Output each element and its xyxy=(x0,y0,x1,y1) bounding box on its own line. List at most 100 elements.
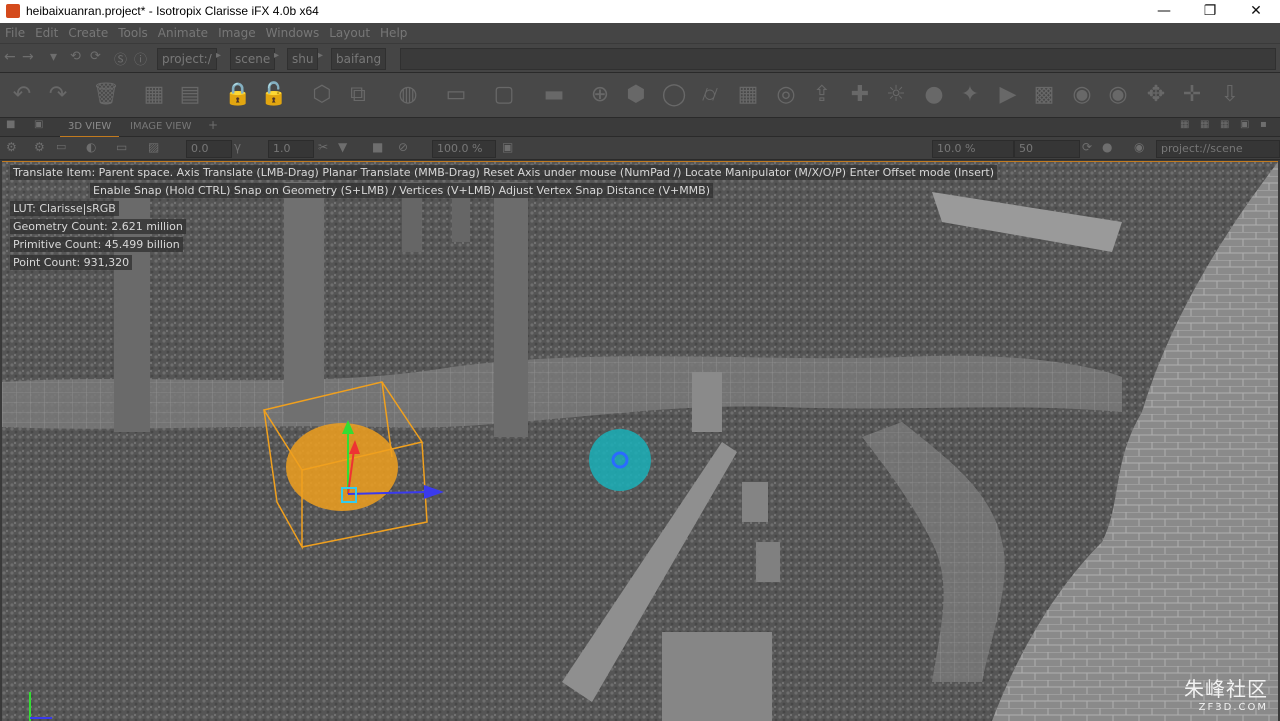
box-primitive-icon[interactable]: ⬢ xyxy=(622,81,650,109)
unlock-icon[interactable]: 🔓 xyxy=(260,81,288,109)
main-toolbar: ↶ ↷ 🗑 ▦ ▤ 🔒 🔓 ⬡ ⧉ ◍ ▭ ▢ ▬ ⊕ ⬢ ◯ ⌭ ▦ ◎ ⇪ … xyxy=(0,73,1280,118)
tools-icon[interactable]: ✂ xyxy=(318,140,328,154)
tab-image-view[interactable]: IMAGE VIEW xyxy=(122,118,199,136)
eye-icon[interactable]: ◉ xyxy=(1134,140,1144,154)
texture-icon[interactable]: ▩ xyxy=(1030,81,1058,109)
pillar xyxy=(494,182,528,437)
move-icon[interactable]: ✥ xyxy=(1142,81,1170,109)
menu-help[interactable]: Help xyxy=(375,23,412,43)
render-icon[interactable]: ● xyxy=(1102,140,1112,154)
redo-icon[interactable]: ↷ xyxy=(44,81,72,109)
ambient-light-icon[interactable]: ● xyxy=(920,81,948,109)
lock-icon[interactable]: 🔒 xyxy=(224,81,252,109)
context-field[interactable]: project://scene xyxy=(1156,140,1280,158)
layout-icon[interactable]: ▦ xyxy=(1220,119,1229,130)
menu-image[interactable]: Image xyxy=(213,23,261,43)
stone-stump xyxy=(742,482,768,522)
maximize-view-icon[interactable]: ▣ xyxy=(1240,119,1249,130)
cube-icon[interactable]: ⬡ xyxy=(308,81,336,109)
3d-viewport[interactable]: Translate Item: Parent space. Axis Trans… xyxy=(2,161,1278,721)
menu-tools[interactable]: Tools xyxy=(113,23,153,43)
tab-3d-view[interactable]: 3D VIEW xyxy=(60,118,120,138)
combiner-icon[interactable]: ⧉ xyxy=(344,81,372,109)
breadcrumb-shu[interactable]: shu xyxy=(287,48,319,70)
layout-icon[interactable]: ▦ xyxy=(1200,119,1209,130)
percentage-field[interactable]: 10.0 % xyxy=(932,140,1014,158)
point-light-icon[interactable]: ✚ xyxy=(846,81,874,109)
message-icon[interactable]: ▢ xyxy=(490,81,518,109)
material-ball-icon[interactable]: ◉ xyxy=(1068,81,1096,109)
menu-layout[interactable]: Layout xyxy=(324,23,375,43)
shading-icon[interactable]: ◐ xyxy=(86,140,96,154)
layers-icon[interactable]: ▬ xyxy=(540,81,568,109)
pin-icon[interactable]: ▣ xyxy=(34,119,43,130)
geosphere-icon[interactable]: ◎ xyxy=(772,81,800,109)
help-line-1: Translate Item: Parent space. Axis Trans… xyxy=(10,165,997,180)
snap-icon[interactable]: ⇩ xyxy=(1216,81,1244,109)
image-icon[interactable]: ▨ xyxy=(148,140,159,154)
manipulator-locator-icon[interactable] xyxy=(589,429,651,491)
close-button[interactable]: ✕ xyxy=(1233,0,1279,23)
forward-arrow-icon[interactable]: → xyxy=(22,49,34,65)
breadcrumb-project[interactable]: project:/ xyxy=(157,48,217,70)
help-line-2: Enable Snap (Hold CTRL) Snap on Geometry… xyxy=(90,183,714,198)
add-tab-icon[interactable]: + xyxy=(208,118,218,132)
back-arrow-icon[interactable]: ← xyxy=(4,49,16,65)
grid-primitive-icon[interactable]: ▦ xyxy=(734,81,762,109)
menu-animate[interactable]: Animate xyxy=(153,23,213,43)
sun-light-icon[interactable]: ☼ xyxy=(882,81,910,109)
geometry-count: Geometry Count: 2.621 million xyxy=(10,219,186,234)
progressive-icon[interactable]: ⟳ xyxy=(1082,140,1092,154)
sphere-primitive-icon[interactable]: ◯ xyxy=(660,81,688,109)
layout-icon[interactable]: ▦ xyxy=(1180,119,1189,130)
filter-icon[interactable]: ▼ xyxy=(338,140,347,154)
info-icon[interactable]: ⓘ xyxy=(134,49,147,68)
scope-icon[interactable]: Ⓢ xyxy=(114,49,127,68)
undo-icon[interactable]: ↶ xyxy=(8,81,36,109)
video-icon[interactable]: ■ xyxy=(372,140,383,154)
globe-icon[interactable]: ◍ xyxy=(394,81,422,109)
menu-windows[interactable]: Windows xyxy=(261,23,325,43)
zoom-field[interactable]: 100.0 % xyxy=(432,140,496,158)
stop-icon[interactable]: ⊘ xyxy=(398,140,408,154)
primitive-count: Primitive Count: 45.499 billion xyxy=(10,237,183,252)
samples-field[interactable]: 50 xyxy=(1014,140,1080,158)
exposure-field[interactable]: 0.0 xyxy=(186,140,232,158)
scatter-icon[interactable]: ⇪ xyxy=(808,81,836,109)
zoom-scene-icon[interactable]: ⊕ xyxy=(586,81,614,109)
view-tab-bar: ■ ▣ 3D VIEW IMAGE VIEW + ▦ ▦ ▦ ▣ ▪ xyxy=(0,118,1280,138)
watermark: 朱峰社区 ZF3D.COM xyxy=(1184,673,1268,713)
watermark-main: 朱峰社区 xyxy=(1184,677,1268,701)
camera-icon[interactable]: ▶ xyxy=(994,81,1022,109)
material-ball2-icon[interactable]: ◉ xyxy=(1104,81,1132,109)
breadcrumb-baifang[interactable]: baifang xyxy=(331,48,387,70)
dropdown-icon[interactable]: ▾ xyxy=(50,49,57,65)
menu-file[interactable]: File xyxy=(0,23,30,43)
context-icon[interactable]: ▭ xyxy=(442,81,470,109)
snapshot-icon[interactable]: ▣ xyxy=(502,140,513,154)
refresh-icon[interactable]: ⟳ xyxy=(90,49,101,64)
menu-create[interactable]: Create xyxy=(63,23,113,43)
hd-icon[interactable]: ▭ xyxy=(56,140,66,153)
cylinder-primitive-icon[interactable]: ⌭ xyxy=(696,81,724,109)
tools-icon[interactable]: ⚙ xyxy=(6,140,17,154)
gear-icon[interactable]: ⚙ xyxy=(34,140,45,154)
group-icon[interactable]: ▦ xyxy=(140,81,168,109)
delete-icon[interactable]: 🗑 xyxy=(92,81,120,109)
path-field[interactable] xyxy=(400,48,1276,70)
transform-icon[interactable]: ✛ xyxy=(1178,81,1206,109)
menu-edit[interactable]: Edit xyxy=(30,23,63,43)
title-bar: heibaixuanran.project* - Isotropix Clari… xyxy=(0,0,1280,23)
close-view-icon[interactable]: ▪ xyxy=(1260,119,1267,130)
minimize-button[interactable]: — xyxy=(1141,0,1187,23)
history-icon[interactable]: ⟲ xyxy=(70,49,81,64)
maximize-button[interactable]: ❐ xyxy=(1187,0,1233,23)
lock-view-icon[interactable]: ■ xyxy=(6,119,15,130)
gamma-field[interactable]: 1.0 xyxy=(268,140,314,158)
navigation-bar: ← → ▾ ⟲ ⟳ Ⓢ ⓘ project:/ ▸ scene ▸ shu ▸ … xyxy=(0,44,1280,73)
breadcrumb-scene[interactable]: scene xyxy=(230,48,276,70)
display-icon[interactable]: ▭ xyxy=(116,140,127,154)
spot-light-icon[interactable]: ✦ xyxy=(956,81,984,109)
window-title: heibaixuanran.project* - Isotropix Clari… xyxy=(26,4,319,18)
ungroup-icon[interactable]: ▤ xyxy=(176,81,204,109)
